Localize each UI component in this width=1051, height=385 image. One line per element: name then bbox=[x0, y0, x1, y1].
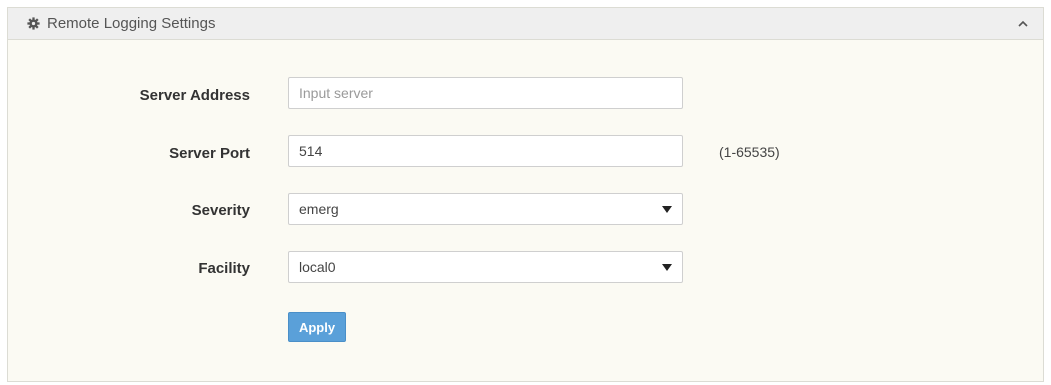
gear-icon bbox=[27, 17, 40, 30]
server-address-label: Server Address bbox=[139, 87, 250, 104]
server-port-range-hint: (1-65535) bbox=[719, 144, 780, 160]
facility-label: Facility bbox=[198, 260, 250, 277]
facility-select[interactable]: local0 bbox=[288, 251, 683, 283]
severity-select[interactable]: emerg bbox=[288, 193, 683, 225]
apply-button[interactable]: Apply bbox=[288, 312, 346, 342]
caret-down-icon bbox=[662, 263, 672, 271]
caret-down-icon bbox=[662, 205, 672, 213]
server-port-label: Server Port bbox=[169, 145, 250, 162]
panel-header: Remote Logging Settings bbox=[8, 8, 1043, 40]
chevron-up-icon[interactable] bbox=[1017, 18, 1029, 30]
remote-logging-panel: Remote Logging Settings Server Address S… bbox=[7, 7, 1044, 382]
server-port-input[interactable] bbox=[288, 135, 683, 167]
server-address-input[interactable] bbox=[288, 77, 683, 109]
facility-selected-value: local0 bbox=[299, 259, 336, 275]
severity-selected-value: emerg bbox=[299, 201, 339, 217]
panel-title: Remote Logging Settings bbox=[47, 15, 216, 32]
severity-label: Severity bbox=[191, 202, 250, 219]
